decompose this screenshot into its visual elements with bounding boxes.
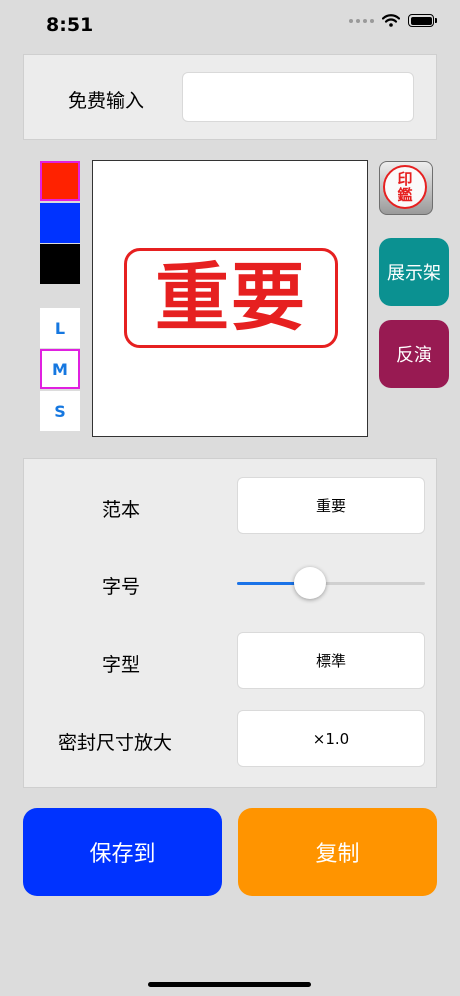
- signal-dots-icon: [349, 18, 374, 23]
- copy-button[interactable]: 复制: [238, 808, 437, 896]
- invert-button[interactable]: 反演: [379, 320, 449, 388]
- home-indicator[interactable]: [148, 982, 311, 987]
- size-button-l[interactable]: L: [40, 308, 80, 348]
- size-button-m[interactable]: M: [40, 349, 80, 389]
- stamp-text: 重要: [155, 255, 307, 341]
- color-swatch-blue[interactable]: [40, 203, 80, 243]
- wifi-icon: [382, 14, 400, 27]
- status-time: 8:51: [46, 14, 94, 36]
- template-label: 范本: [102, 499, 141, 521]
- seal-scale-label: 密封尺寸放大: [58, 732, 173, 754]
- font-style-label: 字型: [102, 654, 141, 676]
- free-input-label: 免费输入: [68, 90, 145, 112]
- status-icons: [349, 14, 437, 27]
- font-style-value-button[interactable]: 標準: [237, 632, 425, 689]
- showcase-button[interactable]: 展示架: [379, 238, 449, 306]
- size-button-s[interactable]: S: [40, 391, 80, 431]
- seal-logo-button[interactable]: 印 鑑: [379, 161, 433, 215]
- seal-scale-value-button[interactable]: ×1.0: [237, 710, 425, 767]
- color-swatch-black[interactable]: [40, 244, 80, 284]
- template-value-button[interactable]: 重要: [237, 477, 425, 534]
- color-swatch-red[interactable]: [40, 161, 80, 201]
- battery-icon: [408, 14, 437, 27]
- stamp-preview: 重要: [124, 248, 338, 348]
- logo-char-2: 鑑: [397, 186, 413, 204]
- logo-char-1: 印: [397, 170, 413, 188]
- seal-logo-icon: 印 鑑: [383, 165, 427, 209]
- font-size-label: 字号: [102, 576, 141, 598]
- free-input-field[interactable]: [182, 72, 414, 122]
- save-to-button[interactable]: 保存到: [23, 808, 222, 896]
